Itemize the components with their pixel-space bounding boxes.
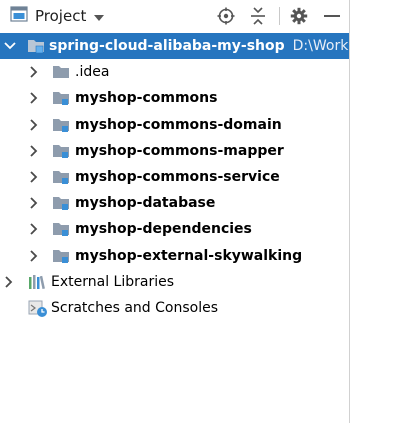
tree-row-module[interactable]: myshop-commons-mapper [0, 138, 349, 164]
settings-gear-icon[interactable] [289, 6, 309, 26]
project-window-icon [10, 6, 28, 26]
tree-item-label: myshop-commons-domain [75, 116, 282, 133]
folder-icon [52, 64, 70, 80]
chevron-down-icon[interactable] [3, 33, 17, 59]
tree-row-module[interactable]: myshop-external-skywalking [0, 243, 349, 269]
tree-row-module[interactable]: myshop-commons [0, 85, 349, 111]
tree-row-root-module[interactable]: spring-cloud-alibaba-my-shop D:\Work [0, 33, 349, 60]
panel-divider[interactable] [349, 0, 350, 423]
chevron-right-icon[interactable] [27, 243, 41, 269]
tree-item-label: myshop-commons-service [75, 169, 280, 186]
select-opened-file-icon[interactable] [216, 6, 236, 26]
toolbar-separator [279, 7, 280, 25]
tree-item-label: myshop-commons-mapper [75, 142, 284, 159]
tree-row-module[interactable]: myshop-dependencies [0, 216, 349, 242]
module-folder-icon [52, 195, 70, 211]
tree-row-module[interactable]: myshop-commons-domain [0, 112, 349, 138]
project-toolbar: Project [0, 0, 349, 32]
tree-row-scratches[interactable]: Scratches and Consoles [0, 295, 349, 321]
module-folder-icon [27, 38, 45, 54]
module-folder-icon [52, 90, 70, 106]
tree-row-idea[interactable]: .idea [0, 59, 349, 85]
scratches-icon [28, 300, 47, 317]
chevron-right-icon[interactable] [2, 269, 16, 295]
chevron-right-icon[interactable] [27, 138, 41, 164]
root-module-name: spring-cloud-alibaba-my-shop [49, 38, 285, 55]
module-folder-icon [52, 117, 70, 133]
hide-minimize-icon[interactable] [322, 6, 342, 26]
root-module-path: D:\Work [292, 38, 349, 55]
collapse-all-icon[interactable] [248, 6, 268, 26]
chevron-right-icon[interactable] [27, 164, 41, 190]
chevron-right-icon[interactable] [27, 85, 41, 111]
project-tool-window: Project spring-cloud-alibaba-my-shop D:\… [0, 0, 349, 423]
tree-item-label: External Libraries [51, 273, 174, 290]
project-tree: spring-cloud-alibaba-my-shop D:\Work .ide… [0, 33, 349, 321]
chevron-right-icon[interactable] [27, 190, 41, 216]
project-view-selector[interactable]: Project [0, 0, 105, 32]
chevron-right-icon[interactable] [27, 59, 41, 85]
tree-row-module[interactable]: myshop-commons-service [0, 164, 349, 190]
module-folder-icon [52, 143, 70, 159]
tree-item-label: .idea [75, 64, 110, 81]
project-view-label: Project [35, 7, 87, 25]
tree-item-label: Scratches and Consoles [51, 299, 218, 316]
tree-row-external-libraries[interactable]: External Libraries [0, 269, 349, 295]
module-folder-icon [52, 248, 70, 264]
tree-item-label: myshop-external-skywalking [75, 247, 303, 264]
chevron-down-icon [94, 9, 105, 25]
chevron-right-icon[interactable] [27, 112, 41, 138]
tree-item-label: myshop-database [75, 195, 216, 212]
module-folder-icon [52, 221, 70, 237]
tree-item-label: myshop-commons [75, 90, 218, 107]
tree-row-module[interactable]: myshop-database [0, 190, 349, 216]
tree-item-label: myshop-dependencies [75, 221, 252, 238]
library-icon [28, 274, 46, 290]
module-folder-icon [52, 169, 70, 185]
chevron-right-icon[interactable] [27, 216, 41, 242]
